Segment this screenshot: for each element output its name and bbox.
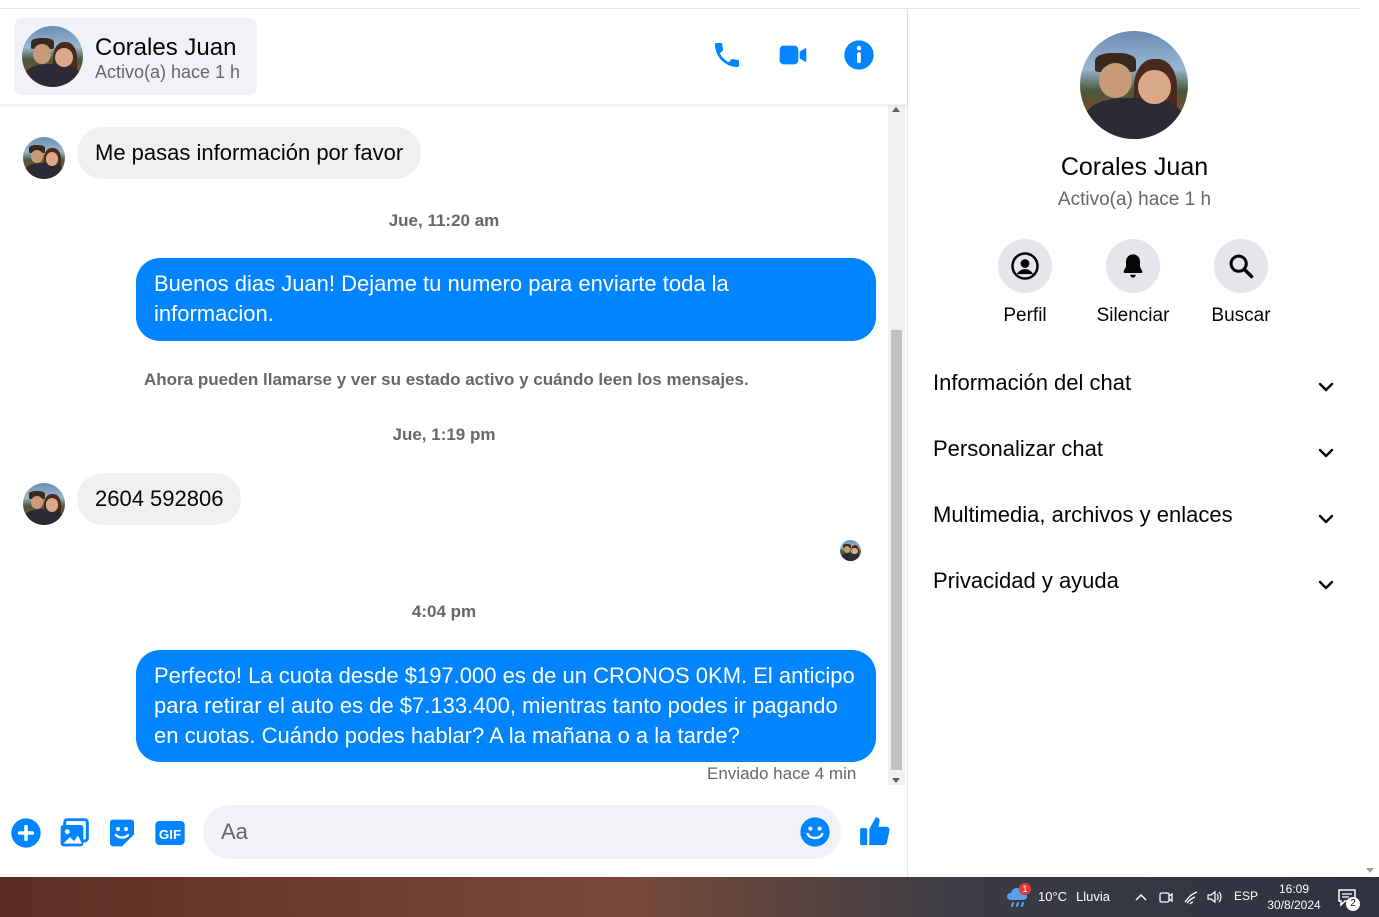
weather-desc[interactable]: Lluvia — [1076, 889, 1110, 904]
sidebar-name: Corales Juan — [1060, 153, 1209, 181]
section-label: Personalizar chat — [933, 436, 1103, 461]
section-privacy-help[interactable]: Privacidad y ayuda — [920, 553, 1350, 613]
search-button[interactable]: Buscar — [1196, 239, 1286, 327]
timestamp: Jue, 1:19 pm — [392, 425, 496, 444]
emoji-icon[interactable] — [799, 816, 831, 848]
message-line: para retirar el auto es de $7.133.400, m… — [154, 693, 838, 718]
section-customize-chat[interactable]: Personalizar chat — [920, 421, 1350, 481]
image-icon[interactable] — [58, 817, 90, 849]
section-chat-info[interactable]: Información del chat — [920, 355, 1350, 415]
section-label: Información del chat — [933, 370, 1132, 395]
windows-taskbar: 1 10°C Lluvia ESP 16:09 30/8/2024 2 — [0, 877, 1379, 917]
meet-icon[interactable] — [1158, 889, 1174, 905]
chevron-down-icon — [1318, 448, 1334, 458]
phone-icon[interactable] — [711, 39, 743, 71]
weather-temp[interactable]: 10°C — [1038, 889, 1067, 904]
chevron-down-icon — [1318, 514, 1334, 524]
avatar — [23, 483, 65, 525]
system-notice: Ahora pueden llamarse y ver su estado ac… — [144, 370, 749, 389]
scroll-down-arrow-icon[interactable] — [1366, 868, 1374, 873]
message-incoming[interactable]: 2604 592806 — [77, 473, 242, 525]
video-icon[interactable] — [777, 39, 809, 71]
clock-date: 30/8/2024 — [1267, 898, 1321, 912]
chat-header-user[interactable]: Corales Juan Activo(a) hace 1 h — [14, 18, 257, 95]
action-label: Buscar — [1211, 305, 1271, 326]
messages-scrollbar[interactable] — [888, 105, 905, 785]
message-line: informacion. — [154, 301, 274, 326]
gif-icon[interactable]: GIF — [154, 817, 186, 849]
mute-button[interactable]: Silenciar — [1088, 239, 1178, 327]
chat-header-status: Activo(a) hace 1 h — [95, 62, 241, 82]
message-line: en cuotas. Cuándo podes hablar? A la mañ… — [154, 723, 740, 748]
notification-count: 2 — [1346, 897, 1360, 911]
chat-info-sidebar: Corales Juan Activo(a) hace 1 h Perfil S… — [908, 9, 1361, 877]
profile-avatar[interactable] — [1080, 31, 1188, 139]
composer: GIF — [0, 795, 907, 877]
message-incoming[interactable]: Me pasas información por favor — [77, 127, 422, 179]
section-label: Multimedia, archivos y enlaces — [933, 502, 1233, 527]
chevron-down-icon — [1318, 580, 1334, 590]
info-icon[interactable] — [843, 39, 875, 71]
language-indicator[interactable]: ESP — [1234, 889, 1258, 903]
clock-time: 16:09 — [1278, 882, 1310, 896]
sidebar-status: Activo(a) hace 1 h — [1057, 189, 1212, 210]
profile-button[interactable]: Perfil — [980, 239, 1070, 327]
action-label: Perfil — [1003, 305, 1047, 326]
message-input-wrapper — [203, 805, 841, 859]
avatar — [23, 137, 65, 179]
timestamp: Jue, 11:20 am — [388, 211, 500, 230]
chevron-up-icon[interactable] — [1134, 891, 1148, 903]
sticker-icon[interactable] — [106, 817, 138, 849]
browser-top-edge — [0, 0, 1379, 9]
scroll-up-arrow-icon[interactable] — [892, 107, 900, 112]
page-scrollbar[interactable] — [1361, 0, 1379, 877]
plus-icon[interactable] — [10, 817, 42, 849]
chevron-down-icon — [1318, 382, 1334, 392]
section-label: Privacidad y ayuda — [933, 568, 1119, 593]
sent-status: Enviado hace 4 min — [707, 764, 857, 783]
chat-header-name: Corales Juan — [95, 34, 237, 61]
message-line: Buenos dias Juan! Dejame tu numero para … — [154, 271, 729, 296]
action-label: Silenciar — [1096, 305, 1170, 326]
message-line: Perfecto! La cuota desde $197.000 es de … — [154, 663, 855, 688]
message-input[interactable] — [221, 805, 781, 859]
taskbar-clock[interactable]: 16:09 30/8/2024 — [1262, 881, 1326, 913]
read-receipt-avatar — [840, 540, 861, 561]
profile-icon — [1011, 252, 1039, 280]
wifi-icon[interactable] — [1183, 889, 1199, 905]
message-outgoing[interactable]: Perfecto! La cuota desde $197.000 es de … — [136, 650, 876, 762]
section-media-files-links[interactable]: Multimedia, archivos y enlaces — [920, 487, 1350, 547]
scroll-thumb[interactable] — [891, 330, 902, 770]
gif-label: GIF — [159, 827, 181, 842]
message-outgoing[interactable]: Buenos dias Juan! Dejame tu numero para … — [136, 258, 876, 341]
volume-icon[interactable] — [1206, 889, 1222, 905]
chat-panel: Corales Juan Activo(a) hace 1 h Me pasas… — [0, 9, 908, 877]
avatar — [22, 26, 83, 87]
like-icon[interactable] — [858, 813, 892, 849]
chat-header: Corales Juan Activo(a) hace 1 h — [0, 9, 907, 104]
search-icon — [1229, 254, 1254, 279]
timestamp: 4:04 pm — [411, 602, 477, 621]
bell-icon — [1123, 254, 1143, 278]
scroll-down-arrow-icon[interactable] — [892, 778, 900, 783]
weather-badge: 1 — [1019, 883, 1031, 895]
